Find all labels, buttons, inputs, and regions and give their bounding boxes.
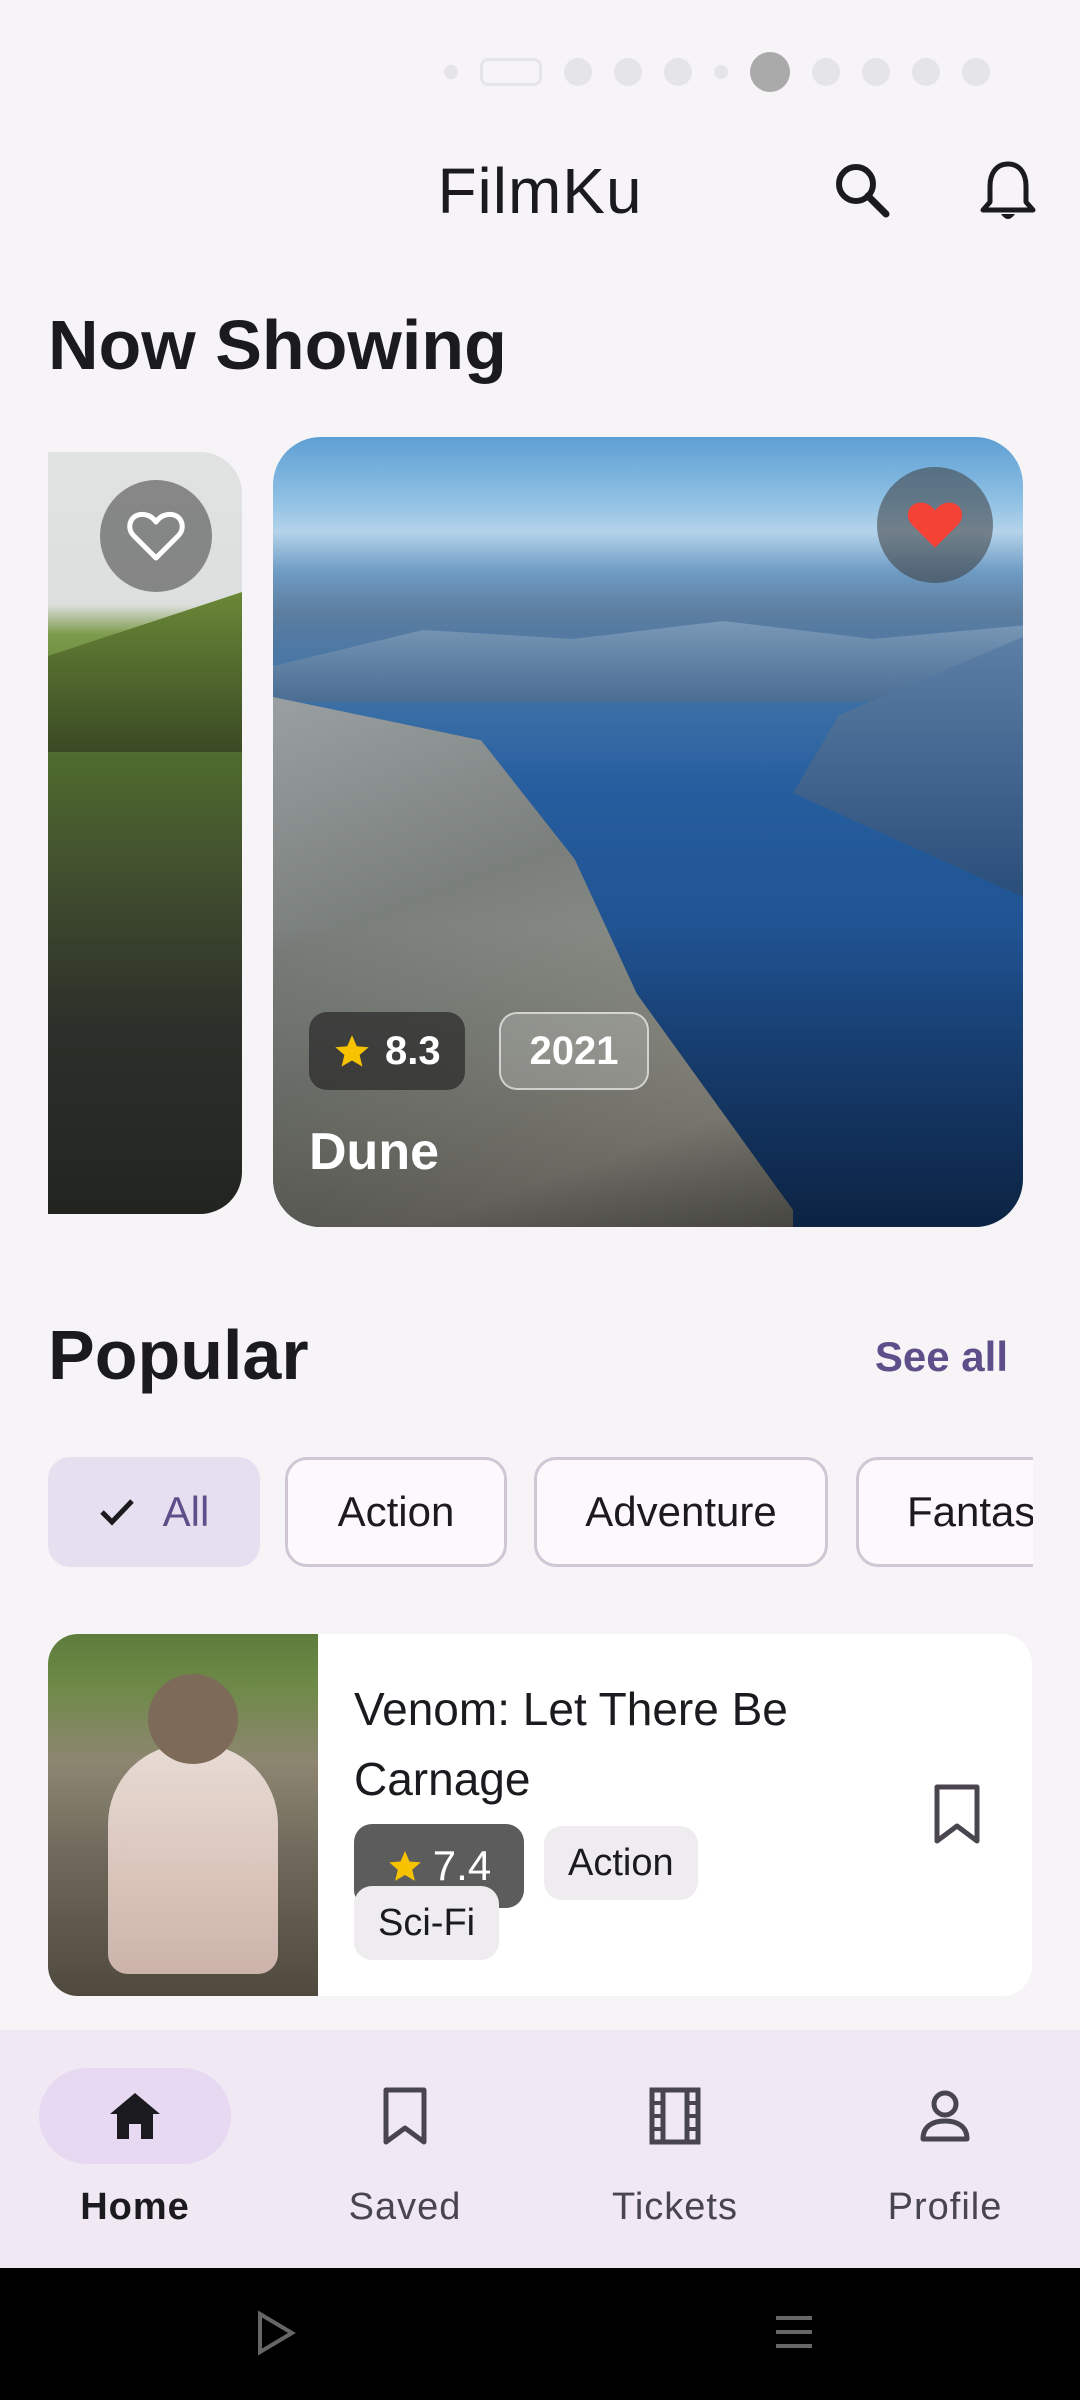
watermark-logo [470,2290,610,2390]
nav-item-saved[interactable]: Saved [305,2068,505,2229]
nav-item-tickets[interactable]: Tickets [575,2068,775,2229]
featured-movie-card[interactable]: 8.3 2021 Dune [273,437,1023,1227]
rating-value: 7.4 [432,1842,492,1889]
app-bar: FilmKu [0,140,1080,250]
status-icon [444,65,458,79]
notification-bell-icon[interactable] [978,158,1038,224]
system-navigation-bar [0,2268,1080,2400]
rating-value: 8.3 [385,1028,441,1073]
signal-icon [564,58,592,86]
person-icon [920,2090,970,2142]
nav-label: Saved [348,2186,462,2228]
app-notification-icon [750,52,790,92]
bookmark-icon[interactable] [932,1784,982,1844]
movie-title: Dune [309,1123,439,1181]
rating-badge: 8.3 [309,1012,465,1090]
filter-chip-adventure[interactable]: Adventure [534,1457,828,1567]
nav-item-profile[interactable]: Profile [845,2068,1045,2229]
bookmark-icon [383,2087,427,2145]
star-icon [335,1035,369,1067]
app-title: FilmKu [437,155,643,227]
battery-icon [480,58,542,86]
heart-filled-icon [907,502,963,548]
movie-title: Venom: Let There Be Carnage [354,1683,788,1805]
favorite-button[interactable] [100,480,212,592]
bluetooth-icon [664,58,692,86]
now-showing-title: Now Showing [48,306,507,384]
nav-item-home[interactable]: Home [35,2068,235,2229]
status-icons [444,52,990,92]
filter-chip-all[interactable]: All [48,1457,260,1567]
genre-tag: Sci-Fi [354,1886,500,1960]
heart-outline-icon [127,511,185,561]
filter-chip-label: Adventure [585,1488,777,1535]
popular-movie-item[interactable]: Venom: Let There Be Carnage 7.4 Action S… [48,1634,1032,1996]
see-all-link[interactable]: See all [875,1333,1008,1381]
genre-tag: Action [544,1826,698,1900]
filter-chip-label: Fantas [907,1488,1033,1535]
whatsapp-icon [962,58,990,86]
status-bar [0,0,1080,120]
filter-chip-label: All [162,1488,210,1535]
dot-icon [714,65,728,79]
carousel-card-previous[interactable] [48,452,242,1214]
film-icon [649,2087,701,2145]
filter-chip-label: Action [337,1488,455,1535]
nav-label: Profile [887,2186,1003,2228]
bottom-navigation: Home Saved Tickets Profile [0,2030,1080,2268]
menu-icon[interactable] [774,2312,814,2352]
popular-title: Popular [48,1316,309,1394]
back-play-icon[interactable] [256,2310,296,2356]
check-icon [99,1499,134,1526]
nav-label: Home [80,2186,190,2228]
facebook-icon [812,58,840,86]
star-icon [389,1851,421,1881]
year-badge: 2021 [499,1012,649,1090]
messenger-icon [862,58,890,86]
genre-filter-chips: All Action Adventure Fantas [48,1457,1033,1571]
telegram-icon [912,58,940,86]
wifi-icon [614,58,642,86]
search-icon[interactable] [832,160,892,220]
favorite-button[interactable] [877,467,993,583]
filter-chip-fantasy[interactable]: Fantas [856,1457,1033,1567]
filter-chip-action[interactable]: Action [285,1457,507,1567]
movie-poster [48,1634,318,1996]
nav-label: Tickets [612,2186,738,2228]
home-icon [110,2093,160,2139]
